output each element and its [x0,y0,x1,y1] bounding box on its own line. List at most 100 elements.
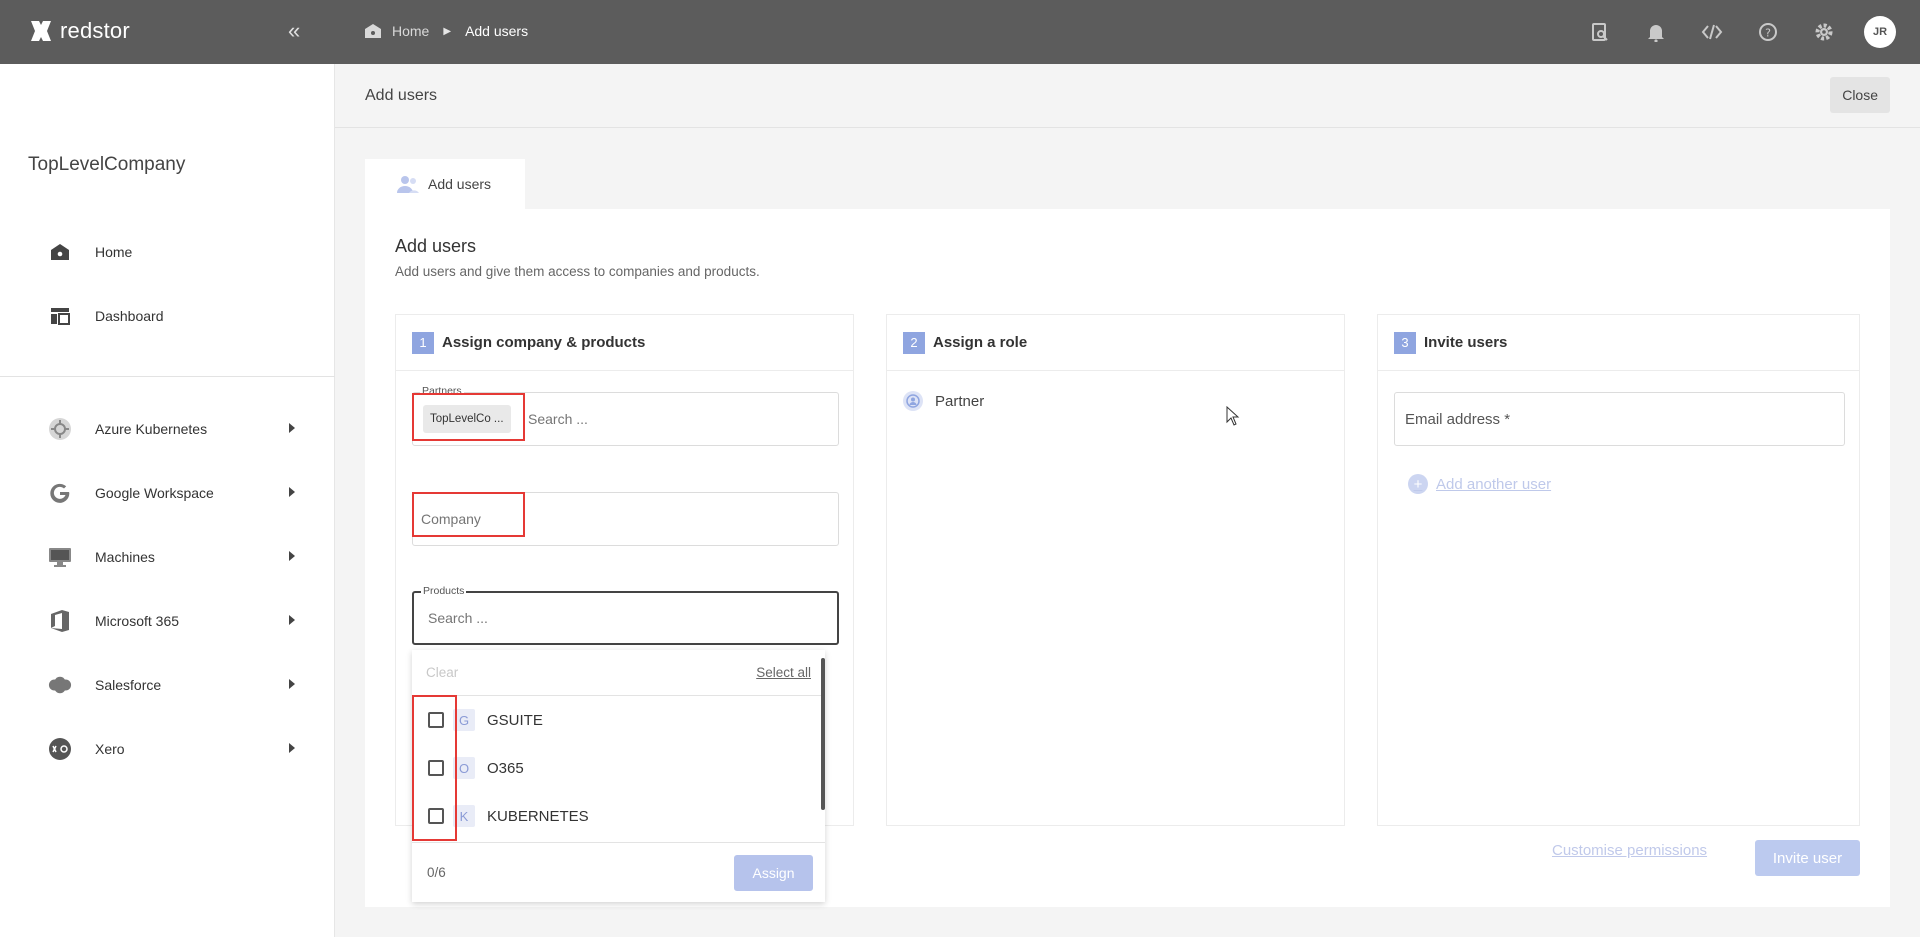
email-field[interactable]: Email address * [1394,392,1845,446]
users-icon [397,176,419,193]
step-title: Invite users [1424,334,1508,351]
add-another-user-link[interactable]: + Add another user [1408,474,1551,494]
step-title: Assign company & products [442,334,646,351]
company-name: TopLevelCompany [28,154,186,175]
step-header: 3 Invite users [1378,315,1859,371]
breadcrumb-current: Add users [465,23,529,39]
salesforce-icon [48,673,72,697]
sidebar-divider [0,376,335,377]
customise-permissions-link[interactable]: Customise permissions [1552,842,1707,859]
company-input[interactable] [421,493,831,545]
sidebar-item-label: Azure Kubernetes [95,421,208,437]
select-all-link[interactable]: Select all [756,665,811,680]
chevron-right-icon: ▶ [443,25,452,37]
products-search-input[interactable] [428,593,828,643]
kubernetes-icon [48,417,72,441]
sidebar-item-salesforce[interactable]: Salesforce [0,653,335,717]
top-actions: ? JR [1572,0,1920,64]
sidebar-item-label: Home [95,244,133,260]
step-number: 3 [1394,331,1416,354]
sidebar-item-microsoft-365[interactable]: Microsoft 365 [0,589,335,653]
dropdown-scrollbar[interactable] [821,658,825,810]
sidebar-item-label: Xero [95,741,125,757]
product-option-gsuite[interactable]: G GSUITE [412,696,825,744]
products-field[interactable]: Products [412,585,839,645]
redstor-logo[interactable]: redstor [28,18,130,44]
sidebar-item-home[interactable]: Home [0,220,335,284]
caret-right-icon [289,487,295,497]
breadcrumb-home-label: Home [392,23,430,39]
breadcrumb-home[interactable]: Home [364,23,429,39]
mouse-cursor-icon [1226,406,1240,426]
product-letter-badge: G [453,709,475,731]
step-invite-users: 3 Invite users Email address * + Add ano… [1377,314,1860,826]
step-assign-company-products: 1 Assign company & products Partners Top… [395,314,854,902]
home-icon [48,240,72,264]
products-dropdown: Clear Select all G GSUITE O O365 K KUBER… [412,650,825,902]
help-icon[interactable]: ? [1740,22,1796,42]
role-option-partner[interactable]: Partner [903,391,984,411]
redstor-logo-icon [31,21,51,41]
dashboard-icon [48,304,72,328]
product-option-kubernetes[interactable]: K KUBERNETES [412,792,825,840]
card-subtitle: Add users and give them access to compan… [395,264,760,279]
product-letter-badge: O [453,757,475,779]
search-report-icon[interactable] [1572,22,1628,42]
card-title: Add users [395,236,477,256]
main-content: Add users Close Add users Add users Add … [335,64,1920,937]
sidebar-item-machines[interactable]: Machines [0,525,335,589]
home-icon [365,24,381,38]
office-icon [48,609,72,633]
partner-chip[interactable]: TopLevelCo ... [423,405,511,433]
step-assign-role: 2 Assign a role Partner [886,314,1345,826]
sidebar-product-nav: Azure Kubernetes Google Workspace Machin… [0,397,335,781]
sidebar-item-dashboard[interactable]: Dashboard [0,284,335,348]
page-title: Add users [365,87,438,104]
user-avatar[interactable]: JR [1864,16,1896,48]
page-header: Add users Close [335,64,1920,128]
monitor-icon [48,545,72,569]
google-icon [48,481,72,505]
sidebar-item-label: Salesforce [95,677,162,693]
partners-field[interactable]: Partners TopLevelCo ... [412,385,839,446]
product-option-label: GSUITE [487,711,543,729]
partners-search-input[interactable] [528,393,828,445]
gear-icon[interactable] [1796,22,1852,42]
collapse-sidebar-icon[interactable]: « [288,20,300,42]
plus-icon: + [1408,474,1428,494]
sidebar-item-google-workspace[interactable]: Google Workspace [0,461,335,525]
step-header: 1 Assign company & products [396,315,853,371]
sidebar-item-xero[interactable]: Xero [0,717,335,781]
clear-link[interactable]: Clear [426,665,458,680]
step-header: 2 Assign a role [887,315,1344,371]
invite-user-button[interactable]: Invite user [1755,840,1860,876]
product-option-o365[interactable]: O O365 [412,744,825,792]
breadcrumb: Home ▶ Add users [364,23,528,39]
caret-right-icon [289,679,295,689]
bell-icon[interactable] [1628,22,1684,42]
sidebar-item-azure-kubernetes[interactable]: Azure Kubernetes [0,397,335,461]
brand-name: redstor [60,18,130,43]
step-number: 1 [412,331,434,354]
caret-right-icon [289,423,295,433]
product-option-label: O365 [487,759,524,777]
checkbox[interactable] [428,760,444,776]
svg-text:?: ? [1765,27,1771,40]
code-icon[interactable] [1684,22,1740,42]
product-letter-badge: K [453,805,475,827]
sidebar-top-nav: Home Dashboard [0,220,335,348]
sidebar: TopLevelCompany Home Dashboard Azure Kub… [0,64,335,937]
company-field[interactable] [412,492,839,546]
checkbox[interactable] [428,808,444,824]
selected-count: 0/6 [427,865,446,880]
sidebar-item-label: Google Workspace [95,485,214,501]
assign-button[interactable]: Assign [734,854,813,891]
caret-right-icon [289,551,295,561]
sidebar-item-label: Microsoft 365 [95,613,180,629]
sidebar-item-label: Machines [95,549,155,565]
checkbox[interactable] [428,712,444,728]
top-bar: redstor « Home ▶ Add users ? JR [0,0,1920,64]
close-button[interactable]: Close [1830,77,1890,113]
tab-add-users[interactable]: Add users [365,159,525,209]
xero-icon [48,737,72,761]
